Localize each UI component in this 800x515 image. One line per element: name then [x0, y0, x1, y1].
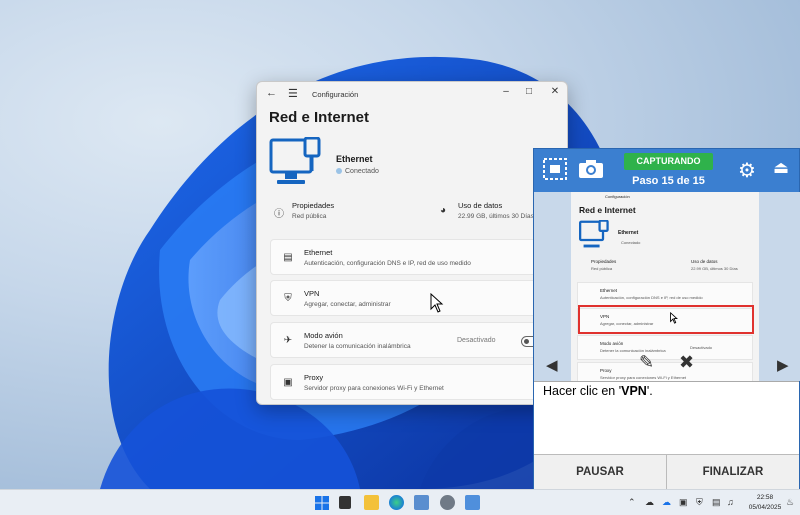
preview-airplane-item: Modo avión Detener la comunicación inalá…	[577, 335, 753, 360]
finish-button[interactable]: FINALIZAR	[667, 455, 799, 489]
app-tray-icon[interactable]: ▣	[679, 497, 688, 508]
clock-time: 22:58	[756, 494, 774, 501]
hamburger-menu-icon[interactable]: ☰	[288, 87, 298, 100]
preview-proxy-label: Proxy	[600, 368, 612, 373]
airplane-icon: ✈	[283, 335, 293, 346]
ethernet-item-sub: Autenticación, configuración DNS e IP, r…	[304, 260, 471, 267]
preview-connection-status: Conectado	[621, 240, 641, 245]
delete-x-icon[interactable]: ✖	[679, 352, 694, 373]
airplane-state-label: Desactivado	[457, 337, 496, 344]
taskbar-clock[interactable]: 22:58 05/04/2025	[745, 493, 785, 513]
window-titlebar: ← ☰ Configuración – □ ✕	[257, 82, 567, 106]
data-usage-icon: ◕	[440, 205, 447, 216]
gear-icon[interactable]: ⚙	[738, 158, 756, 183]
step-description-text: Hacer clic en 'VPN'.	[543, 384, 653, 398]
back-arrow-icon[interactable]: ←	[266, 87, 277, 99]
pause-button[interactable]: PAUSAR	[534, 455, 667, 489]
onedrive-icon[interactable]: ☁	[662, 497, 671, 508]
step-counter: Paso 15 de 15	[632, 175, 705, 187]
show-hidden-icons-chevron-icon[interactable]: ⌃	[628, 497, 636, 508]
maximize-button[interactable]: □	[518, 85, 540, 99]
preview-data-value: 22.99 GB, últimos 30 Días	[691, 266, 738, 271]
security-tray-icon[interactable]: ⛨	[696, 497, 703, 508]
airplane-item-label: Modo avión	[304, 331, 343, 340]
info-icon: ⓘ	[274, 209, 284, 220]
preview-ethernet-icon	[579, 220, 609, 248]
preview-proxy-item: Proxy Servidor proxy para conexiones Wi-…	[577, 362, 753, 381]
edit-pencil-icon[interactable]: ✎	[639, 352, 654, 373]
ethernet-icon: ▤	[283, 252, 293, 263]
preview-window-title: Configuración	[605, 194, 630, 199]
preview-settings-window: Configuración Red e Internet Ethernet Co…	[571, 192, 759, 381]
connection-name: Ethernet	[336, 154, 373, 164]
camera-icon[interactable]	[578, 159, 604, 179]
properties-label: Propiedades	[292, 201, 335, 210]
preview-proxy-sub: Servidor proxy para conexiones Wi-Fi y E…	[600, 375, 687, 380]
data-usage-label: Uso de datos	[458, 201, 503, 210]
preview-ethernet-item: Ethernet Autenticación, configuración DN…	[577, 282, 753, 307]
vpn-item-sub: Agregar, conectar, administrar	[304, 301, 391, 308]
proxy-item-sub: Servidor proxy para conexiones Wi-Fi y E…	[304, 385, 444, 392]
region-capture-icon[interactable]	[543, 158, 567, 180]
start-windows-icon[interactable]	[315, 496, 329, 510]
file-explorer-icon[interactable]	[364, 495, 379, 510]
preview-data-label: Uso de datos	[691, 259, 718, 264]
vpn-item-label: VPN	[304, 289, 320, 298]
remote-desktop-icon[interactable]	[414, 495, 429, 510]
preview-ethernet-sub: Autenticación, configuración DNS e IP, r…	[600, 295, 703, 300]
cloud-icon[interactable]: ☁	[645, 497, 654, 508]
proxy-settings-item[interactable]: ▣ Proxy Servidor proxy para conexiones W…	[270, 364, 567, 400]
proxy-item-label: Proxy	[304, 373, 324, 382]
preview-airplane-label: Modo avión	[600, 341, 624, 346]
settings-window: ← ☰ Configuración – □ ✕ Red e Internet E…	[256, 81, 568, 405]
settings-app-icon[interactable]	[440, 495, 455, 510]
data-usage-value: 22.99 GB, últimos 30 Días	[458, 213, 534, 220]
preview-page-title: Red e Internet	[579, 205, 636, 215]
close-button[interactable]: ✕	[544, 85, 566, 99]
ethernet-item-label: Ethernet	[304, 248, 333, 257]
preview-properties-label: Propiedades	[591, 259, 617, 264]
proxy-icon: ▣	[283, 377, 293, 388]
panel-button-bar: PAUSAR FINALIZAR	[534, 454, 799, 489]
next-step-arrow-icon[interactable]: ▶	[777, 356, 789, 374]
network-icon[interactable]: ▤	[712, 497, 721, 508]
airplane-mode-item[interactable]: ✈ Modo avión Detener la comunicación ina…	[270, 322, 567, 358]
step-description[interactable]: Hacer clic en 'VPN'.	[534, 381, 799, 454]
mouse-cursor-icon	[430, 293, 444, 313]
previous-step-arrow-icon[interactable]: ◀	[546, 356, 558, 374]
click-target-highlight	[578, 305, 754, 334]
connection-status: Conectado	[336, 168, 379, 175]
terminal-app-icon[interactable]	[339, 496, 351, 509]
preview-ethernet-label: Ethernet	[600, 288, 618, 293]
preview-airplane-state: Desactivado	[690, 345, 713, 350]
vpn-settings-item[interactable]: ⛨ VPN Agregar, conectar, administrar	[270, 280, 567, 316]
ethernet-settings-item[interactable]: ▤ Ethernet Autenticación, configuración …	[270, 239, 567, 275]
minimize-button[interactable]: –	[495, 85, 517, 99]
step-screenshot-preview: Configuración Red e Internet Ethernet Co…	[534, 192, 800, 381]
preview-airplane-sub: Detener la comunicación inalámbrica	[600, 348, 666, 353]
taskbar: ⌃ ☁ ☁ ▣ ⛨ ▤ ♫ 22:58 05/04/2025 ♨	[0, 489, 800, 515]
properties-value: Red pública	[292, 213, 327, 220]
ethernet-monitor-icon	[269, 137, 321, 184]
capture-toolbar: CAPTURANDO Paso 15 de 15 ⚙ ⏏	[534, 149, 799, 192]
shield-icon: ⛨	[284, 293, 292, 304]
globe-icon	[336, 168, 342, 174]
page-title: Red e Internet	[269, 109, 370, 126]
eject-icon[interactable]: ⏏	[773, 158, 789, 178]
window-title: Configuración	[312, 90, 359, 99]
notification-bell-icon[interactable]: ♨	[786, 497, 794, 508]
capture-app-icon[interactable]	[465, 495, 480, 510]
edge-browser-icon[interactable]	[389, 495, 404, 510]
capture-panel: CAPTURANDO Paso 15 de 15 ⚙ ⏏ Configuraci…	[533, 148, 800, 489]
clock-date: 05/04/2025	[748, 504, 782, 511]
airplane-item-sub: Detener la comunicación inalámbrica	[304, 343, 411, 350]
preview-connection-name: Ethernet	[618, 230, 639, 236]
preview-properties-value: Red pública	[591, 266, 613, 271]
preview-cursor-icon	[670, 312, 678, 324]
capturing-badge: CAPTURANDO	[624, 153, 713, 170]
volume-icon[interactable]: ♫	[727, 497, 734, 507]
